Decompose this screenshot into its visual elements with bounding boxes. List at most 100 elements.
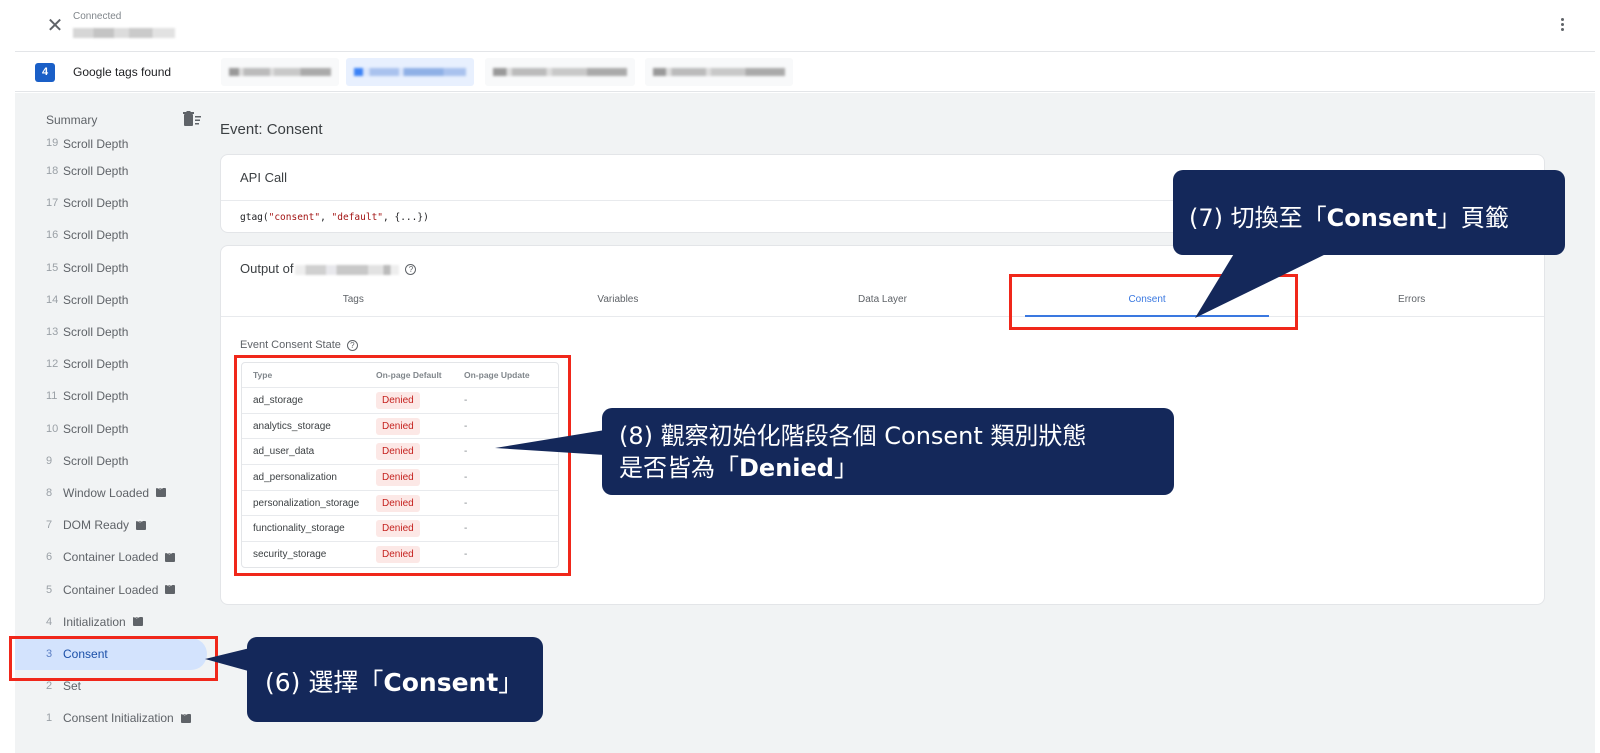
event-number: 15 (46, 261, 59, 274)
event-item[interactable]: 2 Set (15, 670, 215, 702)
consent-type: ad_storage (253, 394, 304, 406)
event-item[interactable]: 5 Container Loaded (15, 573, 215, 605)
event-item[interactable]: 11 Scroll Depth (15, 380, 215, 412)
table-row: analytics_storage Denied - (242, 412, 558, 439)
consent-table: Type On-page Default On-page Update ad_s… (241, 362, 559, 568)
callout-step-8: (8) 觀察初始化階段各個 Consent 類別狀態 是否皆為「Denied」 (602, 408, 1174, 495)
col-default: On-page Default (376, 370, 442, 380)
event-item[interactable]: 10 Scroll Depth (15, 413, 215, 445)
event-number: 14 (46, 293, 59, 306)
update-value: - (464, 394, 468, 406)
tags-found-label: Google tags found (73, 65, 172, 79)
code-icon (165, 583, 176, 595)
event-number: 19 (46, 137, 59, 149)
status-badge: Denied (376, 443, 420, 461)
event-label: Scroll Depth (63, 421, 129, 436)
event-label: Consent (63, 646, 108, 661)
event-label: Scroll Depth (63, 325, 129, 340)
code-sep: , (320, 212, 332, 223)
event-label: Scroll Depth (63, 389, 129, 404)
tab-variables[interactable]: Variables (486, 284, 751, 316)
event-item[interactable]: 18 Scroll Depth (15, 155, 215, 187)
event-label: Scroll Depth (63, 196, 129, 211)
tag-chip[interactable] (645, 58, 793, 86)
code-arg: "default" (331, 212, 384, 223)
output-of-text: Output of (240, 261, 294, 276)
event-label: Initialization (63, 614, 126, 629)
callout-bold: Consent (1326, 204, 1437, 232)
help-icon[interactable]: ? (346, 339, 358, 351)
status-badge: Denied (376, 391, 420, 409)
event-item[interactable]: 1 Consent Initialization (15, 702, 215, 734)
consent-type: functionality_storage (253, 523, 345, 535)
tab-consent[interactable]: Consent (1015, 284, 1280, 317)
event-item[interactable]: 14 Scroll Depth (15, 284, 215, 316)
event-item[interactable]: 4 Initialization (15, 606, 215, 638)
event-number: 6 (46, 551, 53, 564)
callout-text: 」頁籤 (1436, 204, 1509, 232)
delete-list-icon[interactable] (183, 111, 201, 127)
tags-bar: 4 Google tags found (15, 52, 1595, 92)
event-label: Scroll Depth (63, 164, 129, 179)
event-label: Scroll Depth (63, 292, 129, 307)
callout-text: 是否皆為「 (619, 454, 739, 482)
code-fn: gtag( (240, 212, 269, 223)
consent-type: security_storage (253, 548, 327, 560)
event-item[interactable]: 6 Container Loaded (15, 541, 215, 573)
code-icon (180, 712, 191, 723)
tag-chip-active[interactable] (346, 58, 474, 86)
event-label: Scroll Depth (63, 260, 129, 275)
event-number: 5 (46, 583, 53, 596)
event-number: 18 (46, 165, 59, 178)
code-icon (156, 486, 167, 498)
tab-errors[interactable]: Errors (1279, 284, 1544, 316)
help-icon[interactable]: ? (405, 264, 417, 276)
event-item[interactable]: 19 Scroll Depth (15, 137, 215, 155)
table-row: functionality_storage Denied - (242, 515, 558, 541)
event-number: 9 (46, 454, 53, 467)
event-sidebar: Summary 19 Scroll Depth 18 Scroll Depth 17… (15, 93, 215, 753)
status-badge: Denied (376, 520, 420, 538)
consent-type: ad_personalization (253, 471, 337, 483)
callout-text: (7) 切換至「 (1189, 204, 1327, 232)
output-label: Output of? (240, 261, 417, 276)
event-item[interactable]: 7 DOM Ready (15, 509, 215, 541)
event-item[interactable]: 17 Scroll Depth (15, 187, 215, 219)
tab-data-layer[interactable]: Data Layer (750, 284, 1015, 316)
event-number: 17 (46, 197, 59, 210)
tag-chip[interactable] (485, 58, 635, 86)
api-call-label: API Call (240, 170, 287, 185)
event-item[interactable]: 13 Scroll Depth (15, 316, 215, 348)
col-update: On-page Update (464, 370, 530, 380)
table-row: ad_user_data Denied - (242, 438, 558, 464)
update-value: - (464, 497, 468, 509)
consent-type: ad_user_data (253, 446, 315, 458)
top-header: ✕ Connected (15, 0, 1595, 52)
event-item-consent-selected[interactable]: 3 Consent (15, 637, 207, 670)
event-number: 8 (46, 486, 53, 499)
event-item[interactable]: 12 Scroll Depth (15, 348, 215, 380)
status-badge: Denied (376, 545, 420, 563)
callout-line-2: 是否皆為「Denied」 (619, 452, 1174, 484)
summary-link[interactable]: Summary (46, 113, 97, 127)
callout-text: (8) 觀察初始化階段各個 Consent 類別狀態 (619, 422, 1087, 450)
table-row: security_storage Denied - (242, 541, 558, 567)
event-label: Window Loaded (63, 485, 150, 500)
close-icon[interactable]: ✕ (45, 16, 65, 36)
tag-chip[interactable] (221, 58, 339, 86)
event-item[interactable]: 9 Scroll Depth (15, 445, 215, 477)
event-number: 12 (46, 358, 59, 371)
callout-step-7: (7) 切換至「Consent」頁籤 (1173, 170, 1565, 255)
consent-type: personalization_storage (253, 497, 360, 509)
table-row: ad_personalization Denied - (242, 464, 558, 490)
event-label: Scroll Depth (63, 137, 129, 151)
event-label: Scroll Depth (63, 453, 129, 468)
event-item[interactable]: 8 Window Loaded (15, 477, 215, 509)
event-item[interactable]: 15 Scroll Depth (15, 252, 215, 284)
tab-tags[interactable]: Tags (221, 284, 486, 316)
event-label: Container Loaded (63, 550, 159, 565)
event-item[interactable]: 16 Scroll Depth (15, 219, 215, 251)
callout-text: (6) 選擇「 (265, 668, 384, 697)
more-vert-icon[interactable] (1559, 18, 1565, 34)
table-row: ad_storage Denied - (242, 387, 558, 413)
